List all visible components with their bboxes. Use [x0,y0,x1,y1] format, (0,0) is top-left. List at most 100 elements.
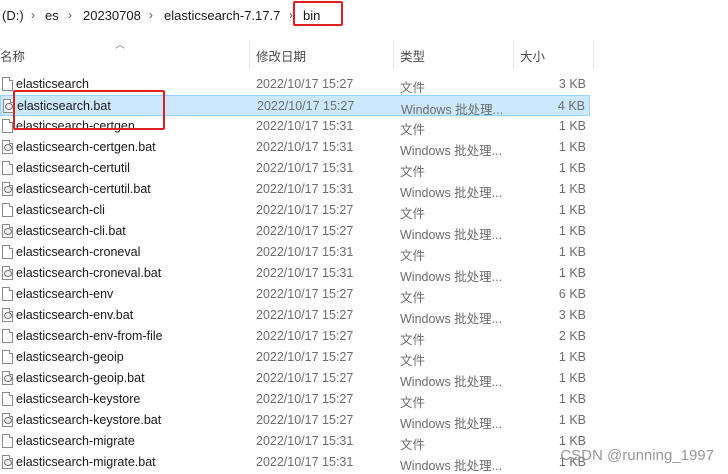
sort-ascending-icon: ︿ [115,40,125,51]
file-icon [2,392,13,406]
file-size: 1 KB [558,224,586,238]
file-date: 2022/10/17 15:27 [257,99,355,113]
file-row[interactable]: elasticsearch-migrate 2022/10/17 15:31 文件 1… [0,431,590,452]
batch-file-icon [2,266,13,280]
column-header-name[interactable]: 名称 [0,46,25,65]
breadcrumb-item-es[interactable]: es [45,8,59,23]
file-date: 2022/10/17 15:27 [256,77,354,91]
file-size: 1 KB [558,350,586,364]
file-row[interactable]: elasticsearch-certutil.bat 2022/10/17 15:… [0,179,590,200]
file-row[interactable]: elasticsearch-croneval.bat 2022/10/17 15:… [0,263,590,284]
column-divider[interactable] [593,40,594,68]
file-type: 文件 [400,354,426,368]
file-date: 2022/10/17 15:31 [256,245,354,259]
file-type: 文件 [400,291,426,305]
file-name: elasticsearch-geoip.bat [16,371,145,385]
breadcrumb-drive[interactable]: (D:) [2,8,24,23]
file-size: 1 KB [558,245,586,259]
file-size: 3 KB [558,77,586,91]
file-name: elasticsearch-migrate.bat [16,455,156,469]
file-size: 3 KB [558,308,586,322]
file-date: 2022/10/17 15:27 [256,350,354,364]
file-type: Windows 批处理... [400,417,503,431]
file-date: 2022/10/17 15:31 [256,455,354,469]
column-header-size[interactable]: 大小 [520,46,545,65]
file-date: 2022/10/17 15:27 [256,371,354,385]
file-type: Windows 批处理... [400,459,503,473]
column-header-date[interactable]: 修改日期 [256,46,306,65]
chevron-right-icon[interactable]: › [31,8,35,22]
breadcrumb-item-elasticsearch[interactable]: elasticsearch-7.17.7 [164,8,280,23]
file-date: 2022/10/17 15:31 [256,161,354,175]
file-type: 文件 [400,81,426,95]
file-size: 1 KB [558,392,586,406]
batch-file-icon [2,224,13,238]
file-size: 1 KB [558,434,586,448]
highlight-box-bin [293,1,343,26]
column-header-type[interactable]: 类型 [400,46,425,65]
file-date: 2022/10/17 15:27 [256,287,354,301]
file-size: 1 KB [558,161,586,175]
file-name: elasticsearch-keystore.bat [16,413,162,427]
file-name: elasticsearch-cli.bat [16,224,126,238]
file-date: 2022/10/17 15:31 [256,434,354,448]
file-icon [2,329,13,343]
file-type: 文件 [400,249,426,263]
file-name: elasticsearch-croneval.bat [16,266,162,280]
column-divider[interactable] [249,40,250,68]
file-icon [2,203,13,217]
file-name: elasticsearch-certutil [16,161,130,175]
file-row[interactable]: elasticsearch-env-from-file 2022/10/17 15… [0,326,590,347]
chevron-right-icon[interactable]: › [68,8,72,22]
file-type: 文件 [400,333,426,347]
file-date: 2022/10/17 15:27 [256,413,354,427]
file-size: 2 KB [558,329,586,343]
file-row[interactable]: elasticsearch-env 2022/10/17 15:27 文件 6 KB [0,284,590,305]
file-icon [2,245,13,259]
chevron-right-icon[interactable]: › [149,8,153,22]
file-date: 2022/10/17 15:27 [256,392,354,406]
file-row[interactable]: elasticsearch-geoip 2022/10/17 15:27 文件 1 K… [0,347,590,368]
file-date: 2022/10/17 15:27 [256,224,354,238]
batch-file-icon [2,140,13,154]
file-row[interactable]: elasticsearch-croneval 2022/10/17 15:31 文件… [0,242,590,263]
file-name: elasticsearch [16,77,89,91]
file-icon [2,119,13,133]
file-icon [2,434,13,448]
file-row[interactable]: elasticsearch-cli.bat 2022/10/17 15:27 Win… [0,221,590,242]
file-size: 6 KB [558,287,586,301]
file-type: 文件 [400,165,426,179]
file-date: 2022/10/17 15:31 [256,266,354,280]
file-row[interactable]: elasticsearch-migrate.bat 2022/10/17 15:3… [0,452,590,473]
file-type: 文件 [400,207,426,221]
file-size: 1 KB [558,140,586,154]
file-icon [2,287,13,301]
file-row[interactable]: elasticsearch-cli 2022/10/17 15:27 文件 1 KB [0,200,590,221]
watermark: CSDN @running_1997 [560,447,714,464]
file-type: Windows 批处理... [400,144,503,158]
file-row[interactable]: elasticsearch-geoip.bat 2022/10/17 15:27 W… [0,368,590,389]
file-name: elasticsearch-keystore [16,392,141,406]
file-name: elasticsearch-migrate [16,434,135,448]
file-name: elasticsearch-certutil.bat [16,182,151,196]
file-row[interactable]: elasticsearch-certutil 2022/10/17 15:31 文件… [0,158,590,179]
batch-file-icon [2,455,13,469]
file-date: 2022/10/17 15:31 [256,140,354,154]
file-size: 1 KB [558,371,586,385]
column-header: 名称 修改日期 类型 大小 [0,40,728,68]
breadcrumb-item-20230708[interactable]: 20230708 [83,8,141,23]
file-name: elasticsearch-croneval [16,245,141,259]
column-divider[interactable] [513,40,514,68]
file-date: 2022/10/17 15:27 [256,203,354,217]
column-divider[interactable] [393,40,394,68]
file-name: elasticsearch-env-from-file [16,329,163,343]
file-row[interactable]: elasticsearch-certgen.bat 2022/10/17 15:3… [0,137,590,158]
file-icon [2,77,13,91]
file-row[interactable]: elasticsearch-keystore.bat 2022/10/17 15:… [0,410,590,431]
file-date: 2022/10/17 15:27 [256,329,354,343]
file-name: elasticsearch-cli [16,203,105,217]
file-row[interactable]: elasticsearch-env.bat 2022/10/17 15:27 Win… [0,305,590,326]
file-name: elasticsearch-certgen.bat [16,140,156,154]
file-row[interactable]: elasticsearch-keystore 2022/10/17 15:27 文件… [0,389,590,410]
file-type: Windows 批处理... [400,186,503,200]
